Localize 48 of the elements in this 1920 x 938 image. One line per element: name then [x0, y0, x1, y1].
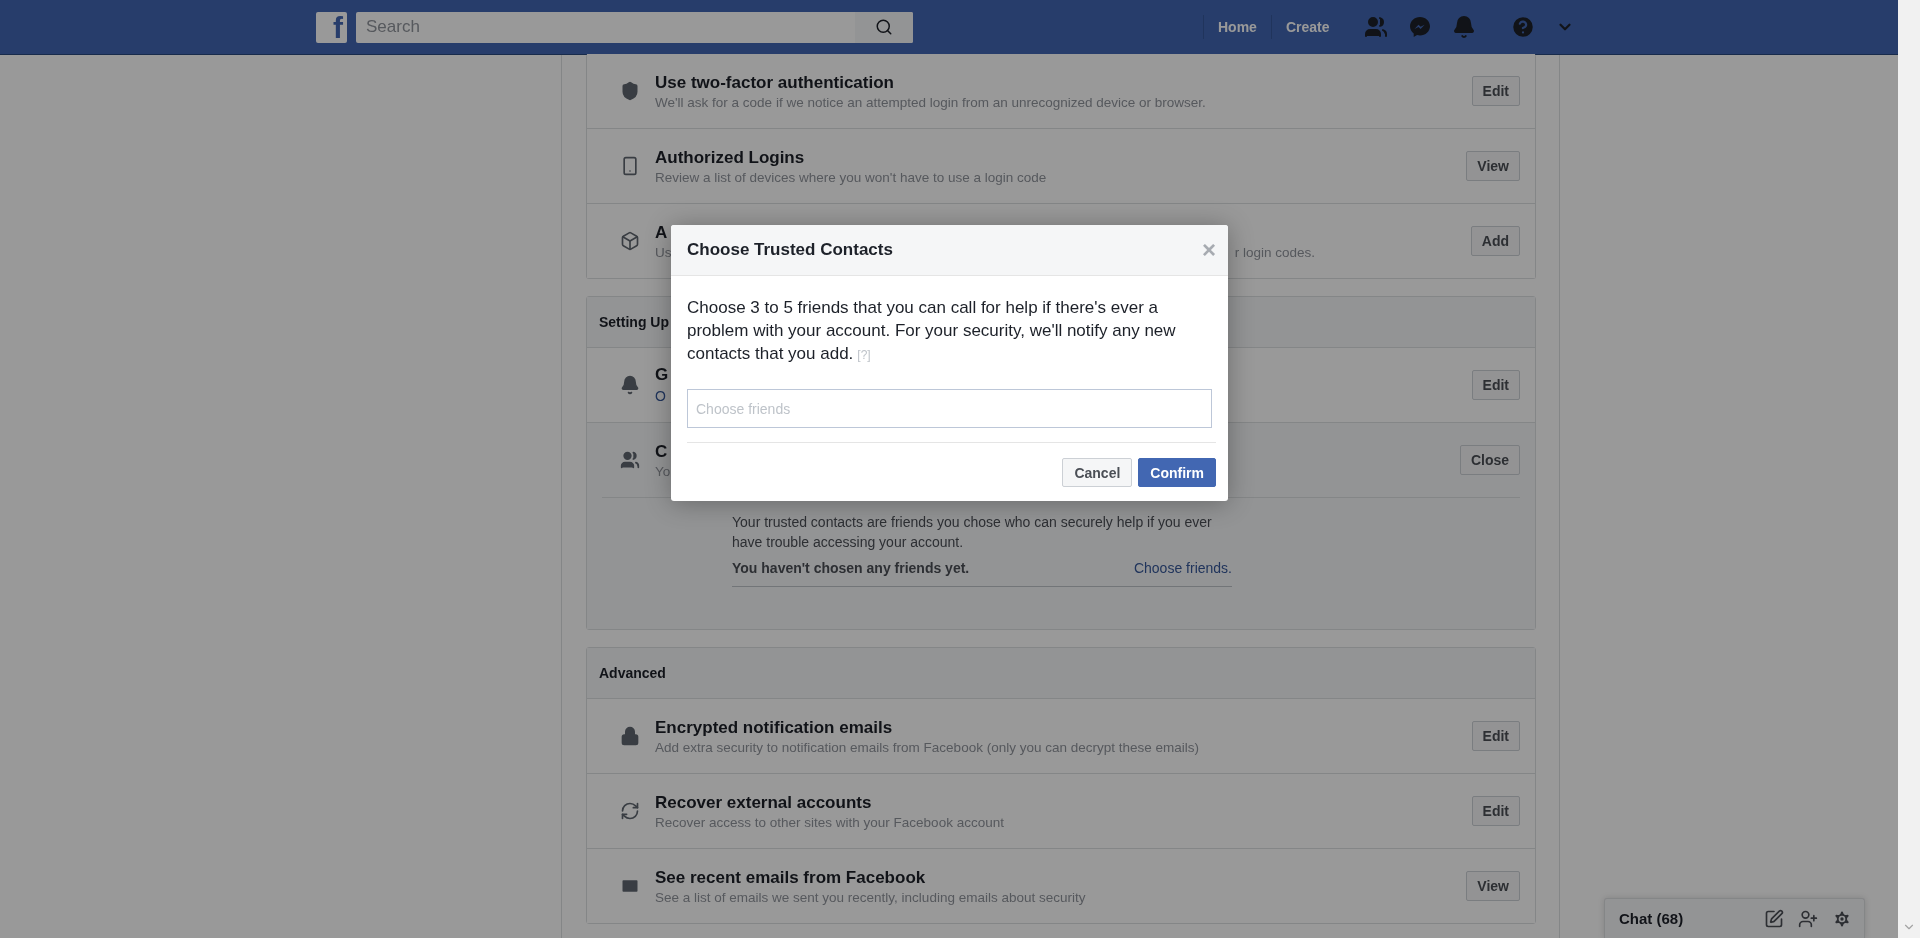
settings-icon[interactable] [1832, 908, 1852, 929]
status-text: You haven't chosen any friends yet. [732, 560, 970, 576]
setting-description: Recover access to other sites with your Facebook account [655, 814, 1004, 830]
setting-button[interactable]: Edit [1471, 370, 1520, 400]
setting-button[interactable]: Add [1470, 226, 1520, 256]
setting-description: See a list of emails we sent you recently, including emails about security [655, 889, 1086, 905]
confirm-button[interactable]: Confirm [1138, 458, 1216, 487]
detail-text: Your trusted contacts are friends you chose who can securely help if you ever have trouble accessing your account. [732, 513, 1213, 552]
setting-button[interactable]: Edit [1471, 76, 1520, 106]
setting-button[interactable]: Edit [1471, 796, 1520, 826]
logo[interactable]: f [316, 11, 347, 43]
cancel-button[interactable]: Cancel [1062, 458, 1133, 487]
dialog-title: Choose Trusted Contacts [687, 240, 893, 260]
setting-title: Use two-factor authentication [655, 72, 894, 93]
choose-friends-link[interactable]: Choose friends. [1133, 560, 1232, 576]
nav-link[interactable]: Create [1270, 15, 1344, 39]
add-people-icon[interactable] [1798, 908, 1818, 929]
compose-icon[interactable] [1764, 908, 1784, 929]
setting-title: G [655, 365, 669, 385]
messenger-icon[interactable] [1407, 15, 1432, 39]
setting-button[interactable]: Edit [1471, 721, 1520, 751]
friends-icon[interactable] [1363, 15, 1388, 39]
setting-title: A [655, 222, 668, 243]
setting-title: C [655, 441, 668, 462]
search-input[interactable]: Search [356, 17, 855, 37]
setting-title: See recent emails from Facebook [655, 867, 926, 888]
setting-button[interactable]: View [1466, 151, 1520, 181]
search-button[interactable] [855, 11, 913, 43]
search-field[interactable]: Search [356, 11, 913, 43]
section-header: Advanced [587, 648, 1535, 699]
setting-description: Review a list of devices where you won't have to use a login code [655, 169, 1047, 185]
setting-description: r login codes. [1234, 244, 1315, 260]
chat-bar[interactable]: Chat (68) [1604, 898, 1865, 938]
search-icon [875, 18, 893, 36]
chat-label[interactable]: Chat (68) [1619, 910, 1750, 927]
bell-icon[interactable] [1451, 15, 1476, 39]
setting-button[interactable]: View [1466, 871, 1520, 901]
setting-description: Add extra security to notification emails from Facebook (only you can decrypt these emails) [655, 739, 1199, 755]
friends-field[interactable]: Choose friends [687, 389, 1212, 428]
setting-title: Recover external accounts [655, 792, 872, 813]
setting-description: We'll ask for a code if we notice an attempted login from an unrecognized device or browser. [655, 94, 1206, 110]
setting-description: Yo [655, 463, 671, 479]
setting-link[interactable]: O [655, 388, 666, 404]
setting-button[interactable]: Close [1459, 445, 1520, 475]
setting-title: Encrypted notification emails [655, 717, 893, 738]
setting-title: Authorized Logins [655, 147, 805, 168]
setting-description: Us [655, 244, 672, 260]
nav-link[interactable]: Home [1203, 15, 1271, 39]
